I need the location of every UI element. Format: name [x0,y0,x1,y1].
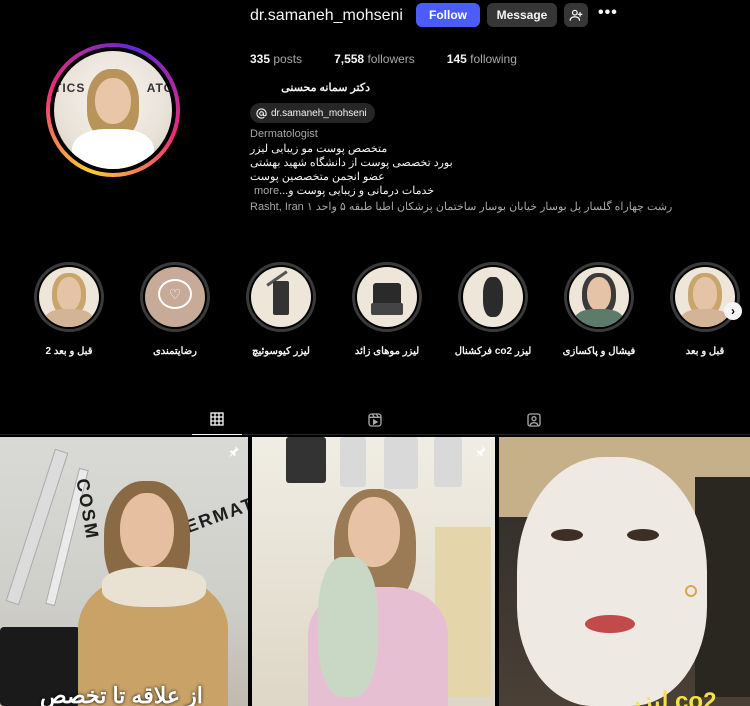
threads-handle: dr.samaneh_mohseni [271,107,367,119]
grid-icon [210,412,224,426]
add-user-icon [569,9,583,21]
highlight-item[interactable]: فیشال و پاکسازی [554,262,644,357]
highlight-label: رضایتمندی [152,346,198,357]
bio-more-link[interactable]: more [254,185,279,197]
highlight-label: لیزر کیوسوئیچ [252,346,310,357]
post-tile[interactable]: COSM ERMAT از علاقه تا تخصص [0,437,248,706]
threads-link[interactable]: dr.samaneh_mohseni [250,103,375,123]
post-tile[interactable] [252,437,495,706]
posts-grid: COSM ERMAT از علاقه تا تخصص لیزر co2 [0,437,750,706]
highlight-label: لیزر co2 فرکشنال [454,346,532,357]
tab-reels[interactable] [350,404,400,435]
highlight-label: قبل و بعد 2 [45,346,93,357]
heart-bubble-icon: ♡ [158,279,192,309]
highlight-item[interactable]: لیزر موهای زائد [342,262,432,357]
highlight-label: لیزر موهای زائد [354,346,420,357]
laser-machine-icon [357,267,417,327]
post-caption: لیزر co2 [629,688,717,706]
post-bg-text: ERMAT [182,493,248,537]
post-caption: از علاقه تا تخصص [40,683,203,706]
profile-header: TICS ATO dr.samaneh_mohseni Follow Messa… [0,0,750,250]
bio-line-4-text: خدمات درمانی و زیبایی پوست و... [279,185,435,197]
tagged-icon [527,412,541,427]
highlight-item[interactable]: لیزر کیوسوئیچ [236,262,326,357]
profile-avatar[interactable]: TICS ATO [54,51,172,169]
posts-stat[interactable]: 335 posts [250,52,302,66]
profile-address: Rasht, Iran رشت چهاراه گلسار پل بوسار خی… [250,201,673,213]
tab-posts[interactable] [192,404,242,435]
more-options-icon[interactable]: ••• [598,4,618,22]
follow-button[interactable]: Follow [416,3,480,27]
story-highlights: قبل و بعد 2 ♡ رضایتمندی لیزر کیوسوئیچ لی… [0,262,750,362]
following-stat[interactable]: 145 following [447,52,517,66]
profile-avatar-ring[interactable]: TICS ATO [46,43,180,177]
avatar-bg-text-left: TICS [54,81,86,95]
post-tile[interactable]: لیزر co2 [499,437,750,706]
person-laser-icon [463,267,523,327]
profile-category: Dermatologist [250,128,318,140]
followers-stat[interactable]: 7,558 followers [334,52,415,66]
avatar-bg-text-right: ATO [146,81,172,95]
bio-line-1: متخصص پوست مو زیبایی لیزر [250,143,388,155]
profile-full-name: دکتر سمانه محسنی [281,82,370,94]
highlight-label: قبل و بعد [685,346,725,357]
post-bg-text: COSM [72,477,103,542]
pin-icon [474,445,487,461]
threads-icon [256,107,267,119]
face-portrait-icon [39,267,99,327]
highlight-label: فیشال و پاکسازی [562,346,636,357]
chevron-right-icon[interactable]: › [724,302,742,320]
tab-tagged[interactable] [509,404,559,435]
bio-line-2: بورد تخصصی پوست از دانشگاه شهید بهشتی [250,157,453,169]
add-user-button[interactable] [564,3,588,27]
pin-icon [227,445,240,461]
bio-line-4: خدمات درمانی و زیبایی پوست و...more [250,184,434,197]
laser-machine-icon [251,267,311,327]
face-portrait-icon [675,267,735,327]
profile-stats: 335 posts 7,558 followers 145 following [250,52,549,66]
highlight-item[interactable]: قبل و بعد 2 [24,262,114,357]
highlight-item[interactable]: لیزر co2 فرکشنال [448,262,538,357]
reels-icon [368,412,382,427]
highlight-item[interactable]: ♡ رضایتمندی [130,262,220,357]
message-button[interactable]: Message [487,3,557,27]
bio-line-3: عضو انجمن متخصصین پوست [250,171,385,183]
profile-username: dr.samaneh_mohseni [250,7,403,24]
facial-treatment-icon [569,267,629,327]
